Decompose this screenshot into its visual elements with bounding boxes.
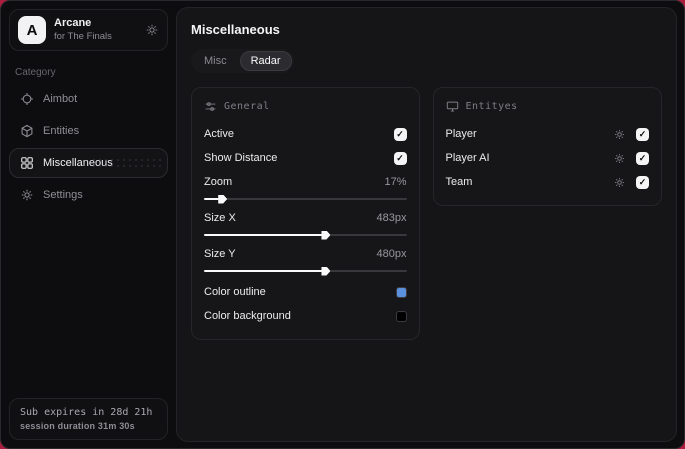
entities-panel: Entityes Player ✓ Player AI ✓ Team ✓ — [432, 87, 662, 206]
slider-value: 17% — [384, 176, 407, 188]
tab-radar[interactable]: Radar — [239, 51, 292, 71]
slider-label: Size X — [204, 212, 236, 224]
slider-fill — [204, 198, 221, 200]
zoom-slider-group: Zoom 17% — [204, 173, 407, 204]
entity-row-player-ai: Player AI ✓ — [446, 147, 649, 169]
toggle-label: Show Distance — [204, 152, 278, 164]
subscription-card: Sub expires in 28d 21h session duration … — [9, 398, 168, 440]
panels-row: General Active ✓ Show Distance ✓ Zoom 17… — [191, 87, 662, 340]
sidebar-item-label: Miscellaneous — [43, 157, 113, 169]
entity-label: Team — [445, 176, 473, 188]
entity-controls: ✓ — [613, 127, 649, 141]
entity-row-team: Team ✓ — [446, 171, 649, 193]
brand-title: Arcane — [54, 17, 92, 30]
general-panel-title: General — [224, 101, 270, 112]
tab-misc[interactable]: Misc — [193, 51, 238, 71]
toggle-label: Active — [204, 128, 234, 140]
sidebar-nav: Aimbot Entities Miscellaneous Settings — [9, 84, 168, 210]
slider-head: Zoom 17% — [204, 173, 407, 191]
tab-bar: Misc Radar — [191, 49, 294, 73]
slider-label: Size Y — [204, 248, 236, 260]
sidebar-item-aimbot[interactable]: Aimbot — [9, 84, 168, 114]
color-background-swatch[interactable] — [395, 310, 407, 322]
session-duration-text: session duration 31m 30s — [20, 421, 135, 431]
entities-panel-header: Entityes — [446, 100, 649, 113]
slider-head: Size Y 480px — [204, 245, 407, 263]
slider-thumb[interactable] — [218, 194, 228, 204]
active-checkbox[interactable]: ✓ — [393, 127, 407, 141]
sidebar-item-entities[interactable]: Entities — [9, 116, 168, 146]
sidebar-item-label: Settings — [43, 189, 83, 201]
gear-icon[interactable] — [613, 176, 626, 189]
color-row-outline: Color outline — [204, 281, 407, 303]
color-label: Color outline — [204, 286, 266, 298]
player-checkbox[interactable]: ✓ — [636, 127, 649, 141]
crosshair-icon — [20, 92, 34, 106]
slider-thumb[interactable] — [321, 266, 331, 276]
category-label: Category — [15, 67, 56, 78]
gear-icon — [20, 188, 34, 202]
brand-subtitle: for The Finals — [54, 30, 112, 42]
size-y-slider[interactable] — [204, 266, 407, 276]
gear-icon[interactable] — [613, 128, 626, 141]
brand-logo: A — [18, 16, 46, 44]
entities-panel-title: Entityes — [465, 101, 518, 112]
brand-card: A Arcane for The Finals — [9, 9, 168, 51]
toggle-row-active: Active ✓ — [204, 123, 407, 145]
sidebar-item-label: Entities — [43, 125, 80, 137]
size-y-slider-group: Size Y 480px — [204, 245, 407, 276]
sidebar-item-settings[interactable]: Settings — [9, 180, 168, 210]
entity-controls: ✓ — [613, 151, 649, 165]
gear-icon[interactable] — [145, 23, 159, 37]
team-checkbox[interactable]: ✓ — [636, 175, 649, 189]
sub-expires-text: Sub expires in 28d 21h — [20, 407, 153, 418]
slider-fill — [204, 270, 324, 272]
slider-value: 483px — [376, 212, 407, 224]
entities-icon — [20, 124, 34, 138]
show-distance-checkbox[interactable]: ✓ — [393, 151, 407, 165]
sidebar-item-miscellaneous[interactable]: Miscellaneous — [9, 148, 168, 178]
entity-row-player: Player ✓ — [446, 123, 649, 145]
color-label: Color background — [204, 310, 291, 322]
zoom-slider[interactable] — [204, 194, 407, 204]
brand-text: Arcane for The Finals — [54, 17, 137, 43]
general-panel: General Active ✓ Show Distance ✓ Zoom 17… — [191, 87, 420, 340]
app-window: A Arcane for The Finals Category Aimbot … — [0, 0, 685, 449]
gear-icon[interactable] — [613, 152, 626, 165]
entity-label: Player AI — [445, 152, 490, 164]
entity-controls: ✓ — [613, 175, 649, 189]
color-row-background: Color background — [204, 305, 407, 327]
slider-thumb[interactable] — [321, 230, 331, 240]
general-panel-header: General — [204, 100, 407, 113]
monitor-icon — [446, 100, 459, 113]
sidebar-item-label: Aimbot — [43, 93, 78, 105]
slider-value: 480px — [376, 248, 407, 260]
page-title: Miscellaneous — [191, 22, 280, 37]
main-content: Miscellaneous Misc Radar General Active … — [176, 7, 677, 442]
slider-label: Zoom — [204, 176, 233, 188]
sliders-icon — [204, 100, 217, 113]
slider-head: Size X 483px — [204, 209, 407, 227]
color-outline-swatch[interactable] — [395, 286, 407, 298]
size-x-slider[interactable] — [204, 230, 407, 240]
size-x-slider-group: Size X 483px — [204, 209, 407, 240]
player-ai-checkbox[interactable]: ✓ — [636, 151, 649, 165]
toggle-row-show-distance: Show Distance ✓ — [204, 147, 407, 169]
entity-label: Player — [445, 128, 477, 140]
sidebar: A Arcane for The Finals Category Aimbot … — [1, 1, 176, 448]
slider-fill — [204, 234, 324, 236]
grid-icon — [20, 156, 34, 170]
